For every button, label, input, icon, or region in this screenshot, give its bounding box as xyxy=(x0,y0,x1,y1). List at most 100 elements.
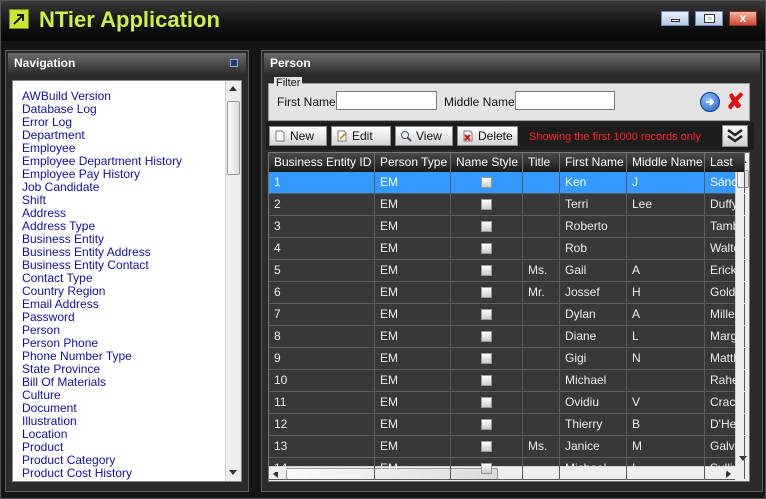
table-row[interactable]: 12 EM Thierry B D'Her xyxy=(269,414,745,436)
table-row[interactable]: 8 EM Diane L Marg xyxy=(269,326,745,348)
cell-title xyxy=(523,304,560,325)
name-style-checkbox[interactable] xyxy=(481,243,492,254)
column-header-name-style[interactable]: Name Style xyxy=(451,153,523,172)
cell-name-style xyxy=(451,194,523,215)
cell-middle-name: V xyxy=(627,392,705,413)
name-style-checkbox[interactable] xyxy=(481,419,492,430)
column-header-last-name[interactable]: Last xyxy=(705,153,745,172)
cell-first-name: Jossef xyxy=(560,282,627,303)
first-name-label: First Name: xyxy=(277,95,340,109)
delete-button[interactable]: Delete xyxy=(457,126,518,146)
name-style-checkbox[interactable] xyxy=(481,353,492,364)
cell-first-name: Dylan xyxy=(560,304,627,325)
close-button[interactable]: x xyxy=(729,11,757,26)
expand-filter-button[interactable] xyxy=(722,125,748,147)
apply-filter-icon[interactable] xyxy=(700,92,720,112)
table-row[interactable]: 9 EM Gigi N Matth xyxy=(269,348,745,370)
name-style-checkbox[interactable] xyxy=(481,199,492,210)
cell-first-name: Michael xyxy=(560,458,627,479)
cell-business-entity-id: 5 xyxy=(269,260,375,281)
middle-name-input[interactable] xyxy=(515,91,615,110)
table-row[interactable]: 7 EM Dylan A Miller xyxy=(269,304,745,326)
name-style-checkbox[interactable] xyxy=(481,375,492,386)
cell-title xyxy=(523,238,560,259)
cell-first-name: Michael xyxy=(560,370,627,391)
cell-title xyxy=(523,194,560,215)
column-header-title[interactable]: Title xyxy=(523,153,560,172)
cell-last-name: Marg xyxy=(705,326,745,347)
name-style-checkbox[interactable] xyxy=(481,397,492,408)
cell-middle-name: M xyxy=(627,436,705,457)
cell-title xyxy=(523,414,560,435)
table-row[interactable]: 3 EM Roberto Tamb xyxy=(269,216,745,238)
view-button[interactable]: View xyxy=(395,126,453,146)
name-style-checkbox[interactable] xyxy=(481,265,492,276)
title-bar[interactable]: NTier Application x xyxy=(1,1,765,41)
cell-title xyxy=(523,326,560,347)
new-button-label: New xyxy=(290,129,315,143)
cell-person-type: EM xyxy=(375,216,451,237)
cell-title xyxy=(523,348,560,369)
cell-person-type: EM xyxy=(375,282,451,303)
table-row[interactable]: 5 EM Ms. Gail A Erick xyxy=(269,260,745,282)
column-header-middle-name[interactable]: Middle Name xyxy=(627,153,705,172)
clear-filter-icon[interactable]: ✘ xyxy=(726,91,746,113)
table-row[interactable]: 14 EM Michael I Sulliv xyxy=(269,458,745,480)
cell-business-entity-id: 13 xyxy=(269,436,375,457)
cell-title xyxy=(523,216,560,237)
cell-name-style xyxy=(451,172,523,193)
name-style-checkbox[interactable] xyxy=(481,177,492,188)
name-style-checkbox[interactable] xyxy=(481,331,492,342)
name-style-checkbox[interactable] xyxy=(481,463,492,474)
cell-business-entity-id: 4 xyxy=(269,238,375,259)
first-name-input[interactable] xyxy=(336,91,437,110)
table-row[interactable]: 6 EM Mr. Jossef H Goldb xyxy=(269,282,745,304)
column-header-person-type[interactable]: Person Type xyxy=(375,153,451,172)
app-title: NTier Application xyxy=(39,7,220,32)
edit-button-label: Edit xyxy=(352,129,373,143)
table-row[interactable]: 1 EM Ken J Sánc xyxy=(269,172,745,194)
table-row[interactable]: 11 EM Ovidiu V Craci xyxy=(269,392,745,414)
table-row[interactable]: 13 EM Ms. Janice M Galvi xyxy=(269,436,745,458)
cell-middle-name: I xyxy=(627,458,705,479)
cell-name-style xyxy=(451,282,523,303)
cell-last-name: Sánc xyxy=(705,172,745,193)
cell-first-name: Ken xyxy=(560,172,627,193)
name-style-checkbox[interactable] xyxy=(481,221,492,232)
name-style-checkbox[interactable] xyxy=(481,287,492,298)
table-row[interactable]: 4 EM Rob Walte xyxy=(269,238,745,260)
new-button[interactable]: New xyxy=(269,126,327,146)
scroll-down-icon[interactable] xyxy=(229,470,237,475)
navigation-scrollbar[interactable] xyxy=(225,81,241,481)
cell-business-entity-id: 7 xyxy=(269,304,375,325)
maximize-button[interactable] xyxy=(695,11,723,26)
cell-name-style xyxy=(451,348,523,369)
table-row[interactable]: 10 EM Michael Rahe xyxy=(269,370,745,392)
name-style-checkbox[interactable] xyxy=(481,441,492,452)
navigation-title: Navigation xyxy=(14,56,76,70)
minimize-button[interactable] xyxy=(661,11,689,26)
nav-item[interactable]: Product Description xyxy=(22,480,127,482)
cell-person-type: EM xyxy=(375,326,451,347)
cell-name-style xyxy=(451,436,523,457)
table-row[interactable]: 2 EM Terri Lee Duffy xyxy=(269,194,745,216)
cell-first-name: Janice xyxy=(560,436,627,457)
name-style-checkbox[interactable] xyxy=(481,309,492,320)
edit-button[interactable]: Edit xyxy=(331,126,391,146)
cell-name-style xyxy=(451,414,523,435)
delete-icon xyxy=(463,130,473,142)
edit-pencil-icon xyxy=(337,130,347,142)
cell-middle-name xyxy=(627,238,705,259)
column-header-first-name[interactable]: First Name xyxy=(560,153,627,172)
view-magnifier-icon xyxy=(401,131,412,142)
delete-button-label: Delete xyxy=(478,129,513,143)
cell-middle-name: N xyxy=(627,348,705,369)
scroll-up-icon[interactable] xyxy=(229,86,237,91)
cell-title xyxy=(523,172,560,193)
cell-first-name: Terri xyxy=(560,194,627,215)
pin-icon[interactable] xyxy=(230,59,238,67)
cell-person-type: EM xyxy=(375,304,451,325)
column-header-business-entity-id[interactable]: Business Entity ID xyxy=(269,153,375,172)
scroll-thumb[interactable] xyxy=(227,101,240,175)
cell-business-entity-id: 10 xyxy=(269,370,375,391)
